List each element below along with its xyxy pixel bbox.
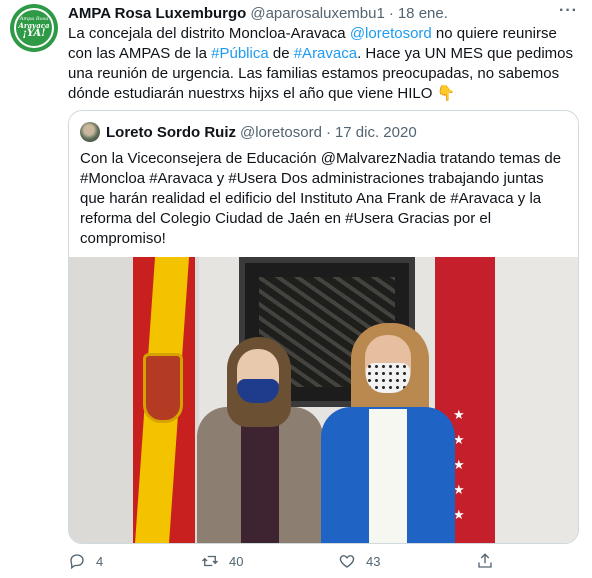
text-segment: de (268, 45, 294, 62)
mention-link[interactable]: @loretosord (350, 25, 432, 42)
retweet-button[interactable]: 40 (201, 552, 243, 570)
quoted-display-name: Loreto Sordo Ruiz (106, 123, 236, 141)
quoted-text: Con la Viceconsejera de Educación @Malva… (80, 150, 562, 247)
tweet-date[interactable]: 18 ene. (398, 5, 448, 22)
quoted-date: 17 dic. 2020 (334, 123, 417, 141)
like-button[interactable]: 43 (338, 552, 380, 570)
share-button[interactable] (476, 552, 494, 570)
profile-avatar[interactable]: Ampa Rosa Aravaca ¡YA! (10, 4, 58, 52)
more-horizontal-icon[interactable]: ··· (559, 2, 578, 20)
quoted-handle: @loretosord (240, 123, 322, 141)
reply-count: 4 (96, 553, 104, 569)
quoted-avatar (80, 122, 100, 142)
reply-button[interactable]: 4 (68, 552, 103, 570)
quoted-photo[interactable]: ★ ★ ★ ★ ★ (69, 257, 578, 543)
blue-mask (237, 379, 279, 403)
tweet-text: La concejala del distrito Moncloa-Aravac… (68, 24, 580, 104)
avatar-logo: Ampa Rosa Aravaca ¡YA! (14, 8, 54, 48)
avatar-text-3: ¡YA! (22, 28, 46, 39)
quoted-header: Loreto Sordo Ruiz @loretosord · 17 dic. … (80, 122, 417, 142)
retweet-count: 40 (229, 553, 244, 569)
tweet-header: AMPA Rosa Luxemburgo @aparosaluxembu1 · … (68, 2, 578, 22)
text-segment: La concejala del distrito Moncloa-Aravac… (68, 25, 350, 42)
action-bar: 4 40 43 (68, 550, 580, 572)
display-name[interactable]: AMPA Rosa Luxemburgo (68, 5, 246, 22)
separator-dot: · (325, 123, 331, 141)
like-icon (339, 555, 355, 568)
hashtag-link[interactable]: #Aravaca (294, 45, 357, 62)
separator-dot: · (388, 4, 394, 22)
like-count: 43 (366, 553, 381, 569)
share-icon (478, 553, 492, 568)
dotted-mask (366, 363, 410, 393)
user-handle[interactable]: @aparosaluxembu1 (250, 5, 384, 22)
hashtag-link[interactable]: #Pública (211, 45, 269, 62)
spain-flag (133, 257, 195, 543)
retweet-icon (202, 555, 218, 567)
reply-icon (70, 554, 84, 570)
quoted-tweet[interactable]: Loreto Sordo Ruiz @loretosord · 17 dic. … (68, 110, 579, 544)
